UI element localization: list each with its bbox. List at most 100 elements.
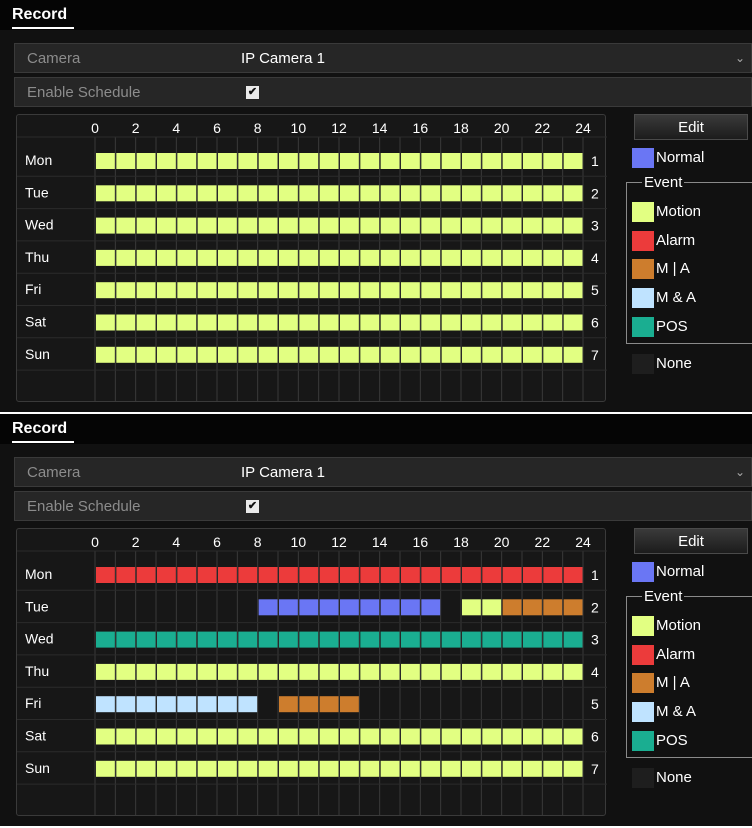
schedule-cell-m-or-a[interactable] — [299, 696, 319, 713]
schedule-cell-motion[interactable] — [340, 185, 359, 202]
schedule-cell-pos[interactable] — [157, 631, 176, 648]
schedule-cell-motion[interactable] — [563, 282, 583, 299]
schedule-cell-motion[interactable] — [401, 282, 420, 299]
schedule-cell-motion[interactable] — [482, 153, 502, 169]
schedule-cell-motion[interactable] — [360, 346, 380, 363]
schedule-cell-motion[interactable] — [258, 153, 278, 169]
schedule-cell-motion[interactable] — [157, 282, 176, 299]
schedule-cell-normal[interactable] — [360, 599, 380, 616]
schedule-cell-motion[interactable] — [462, 153, 481, 169]
schedule-cell-motion[interactable] — [380, 663, 400, 680]
schedule-cell-pos[interactable] — [563, 631, 583, 648]
schedule-cell-motion[interactable] — [563, 217, 583, 234]
schedule-cell-motion[interactable] — [238, 728, 258, 745]
schedule-cell-motion[interactable] — [502, 314, 522, 331]
schedule-cell-motion[interactable] — [502, 185, 522, 202]
schedule-cell-motion[interactable] — [319, 217, 339, 234]
schedule-cell-pos[interactable] — [401, 631, 420, 648]
schedule-cell-motion[interactable] — [441, 153, 461, 169]
schedule-cell-motion[interactable] — [380, 760, 400, 777]
schedule-cell-motion[interactable] — [421, 760, 441, 777]
schedule-cell-motion[interactable] — [340, 314, 359, 331]
schedule-cell-motion[interactable] — [441, 249, 461, 266]
schedule-cell-motion[interactable] — [462, 314, 481, 331]
schedule-cell-pos[interactable] — [96, 631, 115, 648]
schedule-cell-alarm[interactable] — [482, 567, 502, 583]
schedule-cell-motion[interactable] — [441, 663, 461, 680]
schedule-cell-motion[interactable] — [157, 185, 176, 202]
schedule-cell-motion[interactable] — [523, 282, 542, 299]
schedule-cell-motion[interactable] — [197, 153, 217, 169]
schedule-cell-pos[interactable] — [197, 631, 217, 648]
schedule-cell-motion[interactable] — [319, 314, 339, 331]
schedule-cell-motion[interactable] — [380, 728, 400, 745]
schedule-cell-motion[interactable] — [197, 249, 217, 266]
schedule-cell-motion[interactable] — [543, 153, 563, 169]
schedule-cell-motion[interactable] — [116, 346, 136, 363]
schedule-cell-motion[interactable] — [482, 314, 502, 331]
schedule-cell-alarm[interactable] — [116, 567, 136, 583]
schedule-cell-motion[interactable] — [238, 663, 258, 680]
schedule-cell-motion[interactable] — [563, 185, 583, 202]
motion-swatch[interactable] — [632, 202, 654, 222]
schedule-cell-pos[interactable] — [441, 631, 461, 648]
none-swatch[interactable] — [632, 768, 654, 788]
schedule-cell-motion[interactable] — [319, 728, 339, 745]
schedule-cell-motion[interactable] — [177, 249, 197, 266]
schedule-cell-motion[interactable] — [116, 153, 136, 169]
schedule-cell-m-or-a[interactable] — [543, 599, 563, 616]
schedule-cell-motion[interactable] — [563, 663, 583, 680]
schedule-cell-motion[interactable] — [502, 249, 522, 266]
schedule-cell-motion[interactable] — [360, 217, 380, 234]
schedule-cell-alarm[interactable] — [177, 567, 197, 583]
schedule-cell-motion[interactable] — [523, 153, 542, 169]
schedule-cell-motion[interactable] — [238, 346, 258, 363]
schedule-cell-motion[interactable] — [279, 760, 298, 777]
schedule-cell-motion[interactable] — [279, 217, 298, 234]
schedule-cell-motion[interactable] — [441, 728, 461, 745]
schedule-cell-alarm[interactable] — [421, 567, 441, 583]
schedule-cell-motion[interactable] — [523, 760, 542, 777]
schedule-cell-normal[interactable] — [421, 599, 441, 616]
schedule-cell-motion[interactable] — [197, 760, 217, 777]
schedule-cell-motion[interactable] — [279, 663, 298, 680]
schedule-cell-motion[interactable] — [96, 153, 115, 169]
schedule-cell-motion[interactable] — [482, 282, 502, 299]
schedule-cell-alarm[interactable] — [218, 567, 237, 583]
schedule-cell-motion[interactable] — [523, 663, 542, 680]
schedule-cell-motion[interactable] — [543, 728, 563, 745]
schedule-cell-motion[interactable] — [96, 663, 115, 680]
schedule-cell-motion[interactable] — [360, 282, 380, 299]
schedule-cell-pos[interactable] — [523, 631, 542, 648]
schedule-cell-motion[interactable] — [360, 185, 380, 202]
schedule-cell-motion[interactable] — [523, 217, 542, 234]
schedule-cell-motion[interactable] — [563, 314, 583, 331]
schedule-cell-motion[interactable] — [238, 760, 258, 777]
schedule-cell-alarm[interactable] — [563, 567, 583, 583]
schedule-cell-motion[interactable] — [563, 760, 583, 777]
schedule-cell-motion[interactable] — [502, 728, 522, 745]
schedule-cell-m-or-a[interactable] — [319, 696, 339, 713]
schedule-cell-motion[interactable] — [543, 314, 563, 331]
edit-button[interactable]: Edit — [634, 528, 748, 554]
schedule-cell-motion[interactable] — [197, 728, 217, 745]
schedule-cell-motion[interactable] — [96, 217, 115, 234]
schedule-cell-motion[interactable] — [177, 185, 197, 202]
schedule-cell-m-and-a[interactable] — [177, 696, 197, 713]
schedule-cell-normal[interactable] — [258, 599, 278, 616]
schedule-cell-motion[interactable] — [116, 728, 136, 745]
schedule-cell-alarm[interactable] — [299, 567, 319, 583]
schedule-cell-motion[interactable] — [177, 153, 197, 169]
schedule-cell-pos[interactable] — [360, 631, 380, 648]
schedule-cell-pos[interactable] — [136, 631, 156, 648]
schedule-cell-alarm[interactable] — [238, 567, 258, 583]
schedule-cell-motion[interactable] — [462, 599, 481, 616]
schedule-cell-motion[interactable] — [218, 282, 237, 299]
schedule-cell-motion[interactable] — [340, 217, 359, 234]
schedule-cell-motion[interactable] — [441, 282, 461, 299]
schedule-cell-motion[interactable] — [197, 314, 217, 331]
schedule-cell-m-or-a[interactable] — [523, 599, 542, 616]
schedule-cell-motion[interactable] — [258, 249, 278, 266]
schedule-cell-motion[interactable] — [299, 663, 319, 680]
normal-swatch[interactable] — [632, 562, 654, 582]
